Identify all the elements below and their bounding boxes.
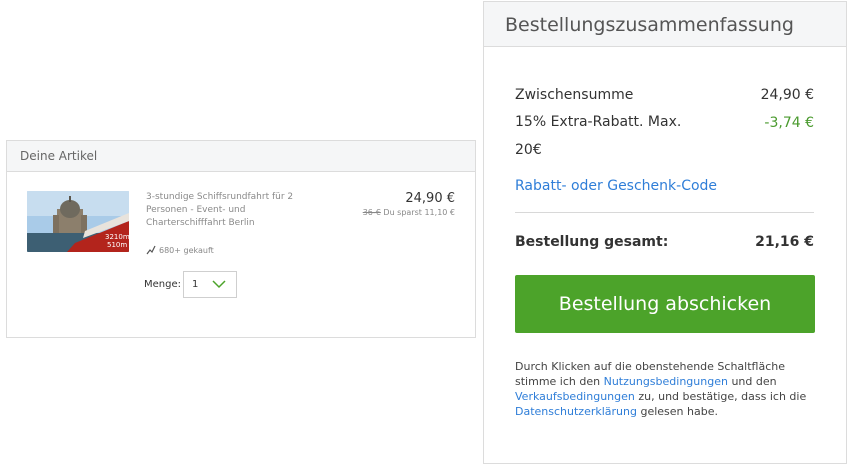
total-row: Bestellung gesamt: 21,16 € (515, 234, 814, 250)
item-price: 24,90 € (405, 191, 455, 206)
discount-value: -3,74 € (764, 115, 814, 131)
legal-text-part2: und den (727, 375, 777, 388)
legal-text-part3: zu, und bestätige, dass ich die (634, 390, 807, 403)
total-label: Bestellung gesamt: (515, 234, 669, 250)
terms-of-sale-link[interactable]: Verkaufsbedingungen (515, 390, 635, 403)
legal-text: Durch Klicken auf die obenstehende Schal… (515, 359, 825, 419)
quantity-select[interactable]: 1 (183, 271, 237, 298)
legal-text-part4: gelesen habe. (636, 405, 718, 418)
order-summary-card: Bestellungszusammenfassung Zwischensumme… (483, 1, 847, 464)
articles-card: Deine Artikel 3210m 510m 3-stundige Schi… (6, 140, 476, 338)
summary-divider (515, 212, 814, 213)
subtotal-label: Zwischensumme (515, 87, 634, 103)
coupon-code-link[interactable]: Rabatt- oder Geschenk-Code (515, 178, 717, 194)
item-sold-text: 680+ gekauft (159, 245, 214, 255)
discount-label: 15% Extra-Rabatt. Max. 20€ (515, 114, 682, 158)
privacy-policy-link[interactable]: Datenschutzerklärung (515, 405, 637, 418)
order-summary-header: Bestellungszusammenfassung (484, 2, 846, 47)
trending-up-icon (146, 245, 156, 255)
submit-order-button[interactable]: Bestellung abschicken (515, 275, 815, 333)
subtotal-row: Zwischensumme 24,90 € (515, 87, 814, 103)
svg-text:3210m: 3210m (105, 233, 129, 241)
terms-of-use-link[interactable]: Nutzungsbedingungen (604, 375, 728, 388)
item-thumbnail[interactable]: 3210m 510m (27, 191, 129, 252)
item-savings: 36-€ Du sparst 11,10 € (363, 208, 455, 217)
articles-header: Deine Artikel (7, 141, 475, 172)
svg-text:510m: 510m (107, 241, 127, 249)
item-title[interactable]: 3-stundige Schiffsrundfahrt für 2 Person… (146, 191, 296, 230)
chevron-down-icon (212, 280, 226, 289)
item-sold-count: 680+ gekauft (146, 245, 214, 255)
subtotal-value: 24,90 € (760, 87, 814, 103)
quantity-value: 1 (192, 279, 199, 290)
total-value: 21,16 € (755, 234, 814, 250)
item-savings-text: Du sparst 11,10 € (383, 208, 455, 217)
item-old-price: 36-€ (362, 208, 381, 217)
item-photo: 3210m 510m (27, 191, 129, 252)
quantity-label: Menge: (144, 279, 181, 290)
discount-row: 15% Extra-Rabatt. Max. 20€ -3,74 € (515, 114, 814, 164)
